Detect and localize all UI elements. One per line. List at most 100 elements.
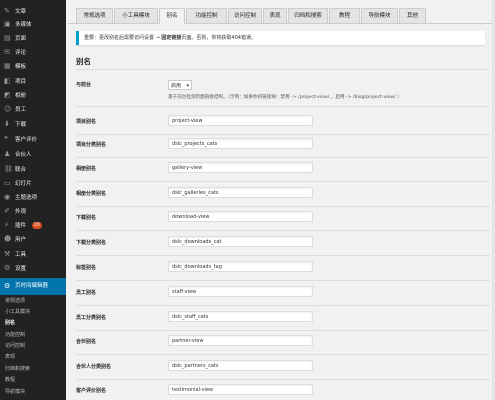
slug-input[interactable]: dslc_galleries_cats bbox=[168, 187, 313, 198]
tab-4[interactable]: 功能控制 bbox=[186, 8, 227, 24]
tab-2[interactable]: 小工具模块 bbox=[114, 8, 158, 24]
field-label: 相册分类别名 bbox=[76, 191, 107, 197]
sidebar-item-13[interactable]: ▭ 幻灯片 bbox=[0, 177, 66, 191]
section-title: 别名 bbox=[76, 57, 91, 66]
sidebar-subitem[interactable]: 小工具模块 bbox=[5, 308, 30, 315]
sidebar-item-label: 工具 bbox=[15, 252, 27, 258]
slug-input[interactable]: staff-view bbox=[168, 286, 313, 297]
row-divider bbox=[76, 230, 490, 231]
row-divider bbox=[76, 330, 490, 331]
row-divider bbox=[76, 280, 490, 281]
sidebar-item-15[interactable]: ✐ 外观 bbox=[0, 205, 66, 219]
slug-input[interactable]: partner-view bbox=[168, 335, 313, 346]
frontend-select[interactable]: 启用 ▾ bbox=[168, 80, 192, 90]
slug-input[interactable]: download-view bbox=[168, 211, 313, 222]
slides-icon: ▭ bbox=[4, 179, 11, 187]
sidebar-subitem[interactable]: 教程 bbox=[5, 376, 15, 383]
sidebar-subitem[interactable]: 导航模块 bbox=[5, 388, 25, 395]
notice-link-text[interactable]: 固定链接 bbox=[161, 35, 181, 41]
tab-6[interactable]: 表现 bbox=[263, 8, 287, 24]
frontend-select-value: 启用 bbox=[171, 83, 182, 89]
sidebar-item-label: 项目 bbox=[15, 79, 27, 85]
sidebar-item-7[interactable]: ◩ 相册 bbox=[0, 89, 66, 103]
field-label: 下载分类别名 bbox=[76, 240, 107, 246]
pin-icon: ✎ bbox=[4, 7, 10, 15]
sidebar-item-6[interactable]: ◧ 项目 bbox=[0, 75, 66, 89]
sidebar-item-label: 下载 bbox=[15, 122, 27, 128]
sidebar-item-3[interactable]: ▤ 页面 bbox=[0, 32, 66, 46]
row-divider bbox=[76, 379, 490, 380]
slug-input[interactable]: dslc_downloads_tag bbox=[168, 261, 313, 272]
notice-banner: 重要：更改别名后需要访问设置 → 固定链接页面。否则，你将获取404错误。 bbox=[76, 31, 485, 45]
sidebar-subitem[interactable]: 别名 bbox=[5, 319, 15, 326]
section-divider bbox=[76, 69, 490, 70]
sidebar-subitem[interactable]: 访问控制 bbox=[5, 342, 25, 349]
media-icon: ▣ bbox=[4, 20, 11, 28]
slug-input[interactable]: testimonial-view bbox=[168, 384, 313, 395]
slug-input[interactable]: dslc_partners_cats bbox=[168, 360, 313, 371]
sidebar-item-19[interactable]: ⚙ 设置 bbox=[0, 262, 66, 276]
row-divider bbox=[76, 206, 490, 207]
row-divider bbox=[76, 354, 490, 355]
row-divider bbox=[76, 255, 490, 256]
sidebar-item-1[interactable]: ✎ 文章 bbox=[0, 5, 66, 19]
slug-input[interactable]: dslc_downloads_cat bbox=[168, 236, 313, 247]
sidebar-item-2[interactable]: ▣ 多媒体 bbox=[0, 18, 66, 32]
sidebar-item-label: 外观 bbox=[15, 209, 27, 215]
partner-icon: ♟ bbox=[4, 150, 11, 158]
update-count-badge: 20 bbox=[32, 222, 42, 229]
field-label: 相册别名 bbox=[76, 166, 97, 172]
sidebar-item-label: 多媒体 bbox=[15, 22, 32, 28]
sidebar-item-18[interactable]: ⚒ 工具 bbox=[0, 248, 66, 262]
field-label: 下载别名 bbox=[76, 215, 97, 221]
sidebar-item-label: 文章 bbox=[15, 9, 27, 15]
sidebar-item-17[interactable]: ☻ 用户 bbox=[0, 233, 66, 247]
sidebar-item-9[interactable]: ⬇ 下载 bbox=[0, 118, 66, 132]
sidebar-item-label: 评论 bbox=[15, 50, 27, 56]
frontend-label: 与前台 bbox=[76, 82, 92, 88]
row-divider bbox=[76, 157, 490, 158]
sidebar-item-label: 幻灯片 bbox=[15, 181, 32, 187]
field-label: 项目别名 bbox=[76, 119, 97, 125]
sidebar-subitem[interactable]: 表现 bbox=[5, 353, 15, 360]
sidebar-item-4[interactable]: ✉ 评论 bbox=[0, 46, 66, 60]
sidebar-item-label: 模板 bbox=[15, 64, 27, 70]
slug-input[interactable]: dslc_projects_cats bbox=[168, 138, 313, 149]
quote-icon: ❝ bbox=[4, 135, 8, 143]
sidebar-item-8[interactable]: ☺ 员工 bbox=[0, 103, 66, 117]
slug-input[interactable]: dslc_staff_cats bbox=[168, 311, 313, 322]
sidebar-item-11[interactable]: ♟ 合伙人 bbox=[0, 148, 66, 162]
tab-10[interactable]: 其他 bbox=[399, 8, 426, 24]
sidebar-subitem[interactable]: 归档和搜索 bbox=[5, 365, 30, 372]
sidebar-subitem[interactable]: 功能控制 bbox=[5, 331, 25, 338]
tab-5[interactable]: 访问控制 bbox=[228, 8, 262, 24]
field-label: 员工分类别名 bbox=[76, 315, 107, 321]
sidebar-item-12[interactable]: ⛓ 联合 bbox=[0, 163, 66, 177]
field-label: 合伙别名 bbox=[76, 339, 97, 345]
tab-9[interactable]: 导航模块 bbox=[361, 8, 398, 24]
tab-1[interactable]: 常规选项 bbox=[76, 8, 113, 24]
sidebar-item-16[interactable]: ⚡ 插件 20 bbox=[0, 219, 66, 233]
sidebar-item-label: 员工 bbox=[15, 107, 27, 113]
sidebar-subitem[interactable]: 常规选项 bbox=[5, 297, 25, 304]
slug-input[interactable]: project-view bbox=[168, 115, 313, 126]
sidebar-item-label: 页时间编辑器 bbox=[15, 283, 49, 289]
notice-prefix: 重要： bbox=[84, 35, 100, 41]
notice-text: 更改别名后需要访问设置 → bbox=[99, 35, 162, 41]
sidebar-item-10[interactable]: ❝ 客户评价 bbox=[0, 133, 66, 147]
tab-8[interactable]: 教程 bbox=[329, 8, 360, 24]
slug-input[interactable]: gallery-view bbox=[168, 162, 313, 173]
field-label: 客户评价别名 bbox=[76, 388, 107, 394]
row-divider bbox=[76, 134, 490, 135]
download-icon: ⬇ bbox=[4, 120, 10, 128]
tab-3[interactable]: 别名 bbox=[159, 8, 185, 24]
sidebar-item-label: 页面 bbox=[15, 36, 27, 42]
sidebar-item-active[interactable]: ⚙ 页时间编辑器 bbox=[0, 278, 66, 295]
row-divider bbox=[76, 106, 490, 107]
tab-7[interactable]: 归档和搜索 bbox=[288, 8, 328, 24]
sidebar-item-5[interactable]: ▦ 模板 bbox=[0, 60, 66, 74]
sidebar-item-label: 合伙人 bbox=[15, 152, 32, 158]
brush-icon: ✐ bbox=[4, 207, 10, 215]
admin-sidebar: ✎ 文章 ▣ 多媒体 ▤ 页面 ✉ 评论 ▦ 模板 ◧ 项目 ◩ 相册 ☺ 员工 ⬇ 下载 ❝ 客户评价 ♟ 合伙人 ⛓ 联合… bbox=[0, 0, 66, 400]
sidebar-item-14[interactable]: ◉ 主题选项 bbox=[0, 191, 66, 205]
